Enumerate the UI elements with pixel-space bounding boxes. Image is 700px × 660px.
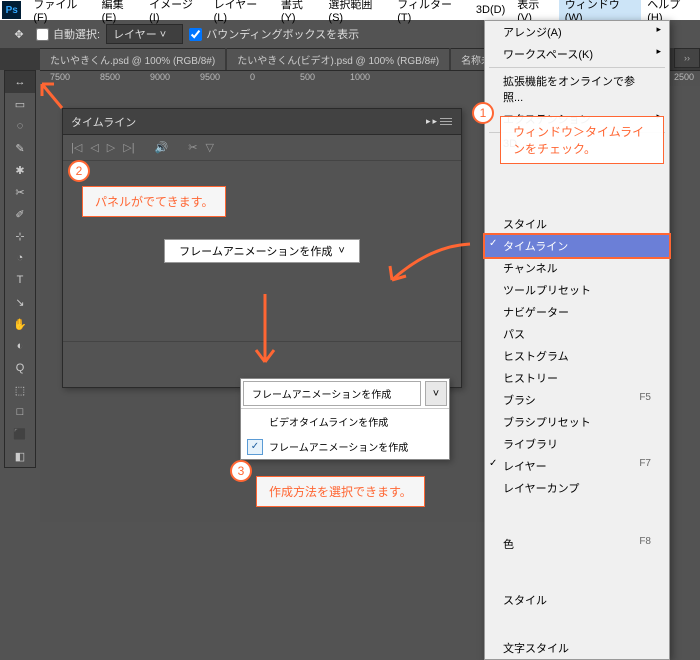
brush-tool[interactable]: ⊹ — [5, 225, 35, 247]
move-tool[interactable]: ↔ — [5, 71, 35, 93]
wm-layer[interactable]: レイヤーF7 — [485, 455, 669, 477]
annotation-1[interactable]: ウィンドウ＞タイムラインをチェック。 — [500, 116, 664, 164]
dd-toggle-button[interactable]: ˅ — [425, 381, 447, 406]
create-type-dropdown: フレームアニメーションを作成 ˅ ビデオタイムラインを作成 フレームアニメーショ… — [240, 378, 450, 460]
chevron-down-icon: ˅ — [338, 245, 344, 257]
tl-audio-icon[interactable]: 🔊 — [155, 141, 169, 154]
timeline-panel: タイムライン ▸▸ |◁ ◁ ▷ ▷| 🔊 ✂ ▽ フレームアニメーションを作成… — [62, 108, 462, 388]
auto-select-check[interactable]: 自動選択: — [36, 26, 100, 42]
blur-tool[interactable]: ◐ — [5, 335, 35, 357]
dodge-tool[interactable]: Q — [5, 357, 35, 379]
wm-color[interactable]: 色F8 — [485, 533, 669, 555]
wand-tool[interactable]: ✎ — [5, 137, 35, 159]
wm-library[interactable]: ライブラリ — [485, 433, 669, 455]
wm-history[interactable]: ヒストリー — [485, 367, 669, 389]
timeline-collapse-icon[interactable]: ▸▸ — [426, 116, 439, 127]
eraser-tool[interactable]: ↘ — [5, 291, 35, 313]
dd-option-video[interactable]: ビデオタイムラインを作成 — [241, 409, 449, 434]
tab-doc1[interactable]: たいやきくん.psd @ 100% (RGB/8#) — [40, 48, 225, 70]
move-tool-icon: ✥ — [8, 23, 30, 45]
tl-trans-icon[interactable]: ▽ — [206, 141, 214, 154]
menu-type[interactable]: 書式(Y) — [275, 0, 323, 26]
layer-select[interactable]: レイヤー ˅ — [106, 24, 183, 44]
annotation-number-2: 2 — [68, 160, 90, 182]
toolbox: ↔ ▭ ◌ ✎ ✱ ✂ ✐ ⊹ ◔ T ↘ ✋ ◐ Q ⬚ □ ⬛ ◧ — [4, 70, 36, 468]
wm-brush[interactable]: ブラシF5 — [485, 389, 669, 411]
shape-tool[interactable]: ◧ — [5, 445, 35, 467]
timeline-controls: |◁ ◁ ▷ ▷| 🔊 ✂ ▽ — [63, 135, 461, 161]
marquee-tool[interactable]: ▭ — [5, 93, 35, 115]
wm-layercomp[interactable]: レイヤーカンプ — [485, 477, 669, 499]
type-tool[interactable]: □ — [5, 401, 35, 423]
menu-filter[interactable]: フィルター(T) — [391, 0, 470, 26]
wm-style[interactable]: スタイル — [485, 213, 669, 235]
tl-next-icon[interactable]: ▷| — [123, 141, 134, 154]
wm-brushpreset[interactable]: ブラシプリセット — [485, 411, 669, 433]
bounding-label: バウンディングボックスを表示 — [206, 26, 359, 42]
dd-current-label: フレームアニメーションを作成 — [243, 381, 421, 406]
wm-extensions-online[interactable]: 拡張機能をオンラインで参照... — [485, 70, 669, 108]
wm-arrange[interactable]: アレンジ(A) — [485, 21, 669, 43]
ps-logo: Ps — [2, 1, 21, 19]
menu-edit[interactable]: 編集(E) — [96, 0, 144, 26]
crop-tool[interactable]: ✱ — [5, 159, 35, 181]
tab-doc2[interactable]: たいやきくん(ビデオ).psd @ 100% (RGB/8#) — [227, 48, 449, 70]
wm-channel[interactable]: チャンネル — [485, 257, 669, 279]
dd-option-frame[interactable]: フレームアニメーションを作成 — [241, 434, 449, 459]
bounding-check[interactable]: バウンディングボックスを表示 — [189, 26, 359, 42]
wm-navigator[interactable]: ナビゲーター — [485, 301, 669, 323]
menu-select[interactable]: 選択範囲(S) — [322, 0, 391, 26]
history-brush-tool[interactable]: T — [5, 269, 35, 291]
pen-tool[interactable]: ⬚ — [5, 379, 35, 401]
annotation-3[interactable]: 作成方法を選択できます。 — [256, 476, 425, 507]
timeline-header[interactable]: タイムライン ▸▸ — [63, 109, 461, 135]
auto-select-label: 自動選択: — [53, 26, 100, 42]
panel-dock-hint[interactable]: ›› — [674, 48, 700, 68]
heal-tool[interactable]: ✐ — [5, 203, 35, 225]
wm-style2[interactable]: スタイル — [485, 589, 669, 611]
lasso-tool[interactable]: ◌ — [5, 115, 35, 137]
menu-3d[interactable]: 3D(D) — [470, 2, 511, 18]
bounding-checkbox[interactable] — [189, 28, 202, 41]
create-label: フレームアニメーションを作成 — [179, 243, 332, 259]
wm-path[interactable]: パス — [485, 323, 669, 345]
stamp-tool[interactable]: ◔ — [5, 247, 35, 269]
path-tool[interactable]: ⬛ — [5, 423, 35, 445]
wm-histogram[interactable]: ヒストグラム — [485, 345, 669, 367]
menu-layer[interactable]: レイヤー(L) — [208, 0, 275, 26]
gradient-tool[interactable]: ✋ — [5, 313, 35, 335]
tl-split-icon[interactable]: ✂ — [188, 141, 197, 154]
tl-first-icon[interactable]: |◁ — [71, 141, 82, 154]
menu-file[interactable]: ファイル(F) — [27, 0, 95, 26]
wm-timeline[interactable]: タイムライン — [485, 235, 669, 257]
tl-play-icon[interactable]: ▷ — [107, 141, 115, 154]
annotation-number-1: 1 — [472, 102, 494, 124]
wm-toolpreset[interactable]: ツールプリセット — [485, 279, 669, 301]
tl-prev-icon[interactable]: ◁ — [90, 141, 98, 154]
wm-workspace[interactable]: ワークスペース(K) — [485, 43, 669, 65]
annotation-2[interactable]: パネルがでてきます。 — [82, 186, 226, 217]
timeline-flyout-icon[interactable] — [439, 118, 453, 125]
create-animation-button[interactable]: フレームアニメーションを作成 ˅ — [164, 239, 360, 263]
menubar: Ps ファイル(F) 編集(E) イメージ(I) レイヤー(L) 書式(Y) 選… — [0, 0, 700, 20]
timeline-footer — [63, 341, 461, 367]
wm-charstyle[interactable]: 文字スタイル — [485, 637, 669, 659]
annotation-number-3: 3 — [230, 460, 252, 482]
eyedropper-tool[interactable]: ✂ — [5, 181, 35, 203]
menu-image[interactable]: イメージ(I) — [143, 0, 207, 26]
timeline-title: タイムライン — [71, 114, 426, 130]
auto-select-checkbox[interactable] — [36, 28, 49, 41]
